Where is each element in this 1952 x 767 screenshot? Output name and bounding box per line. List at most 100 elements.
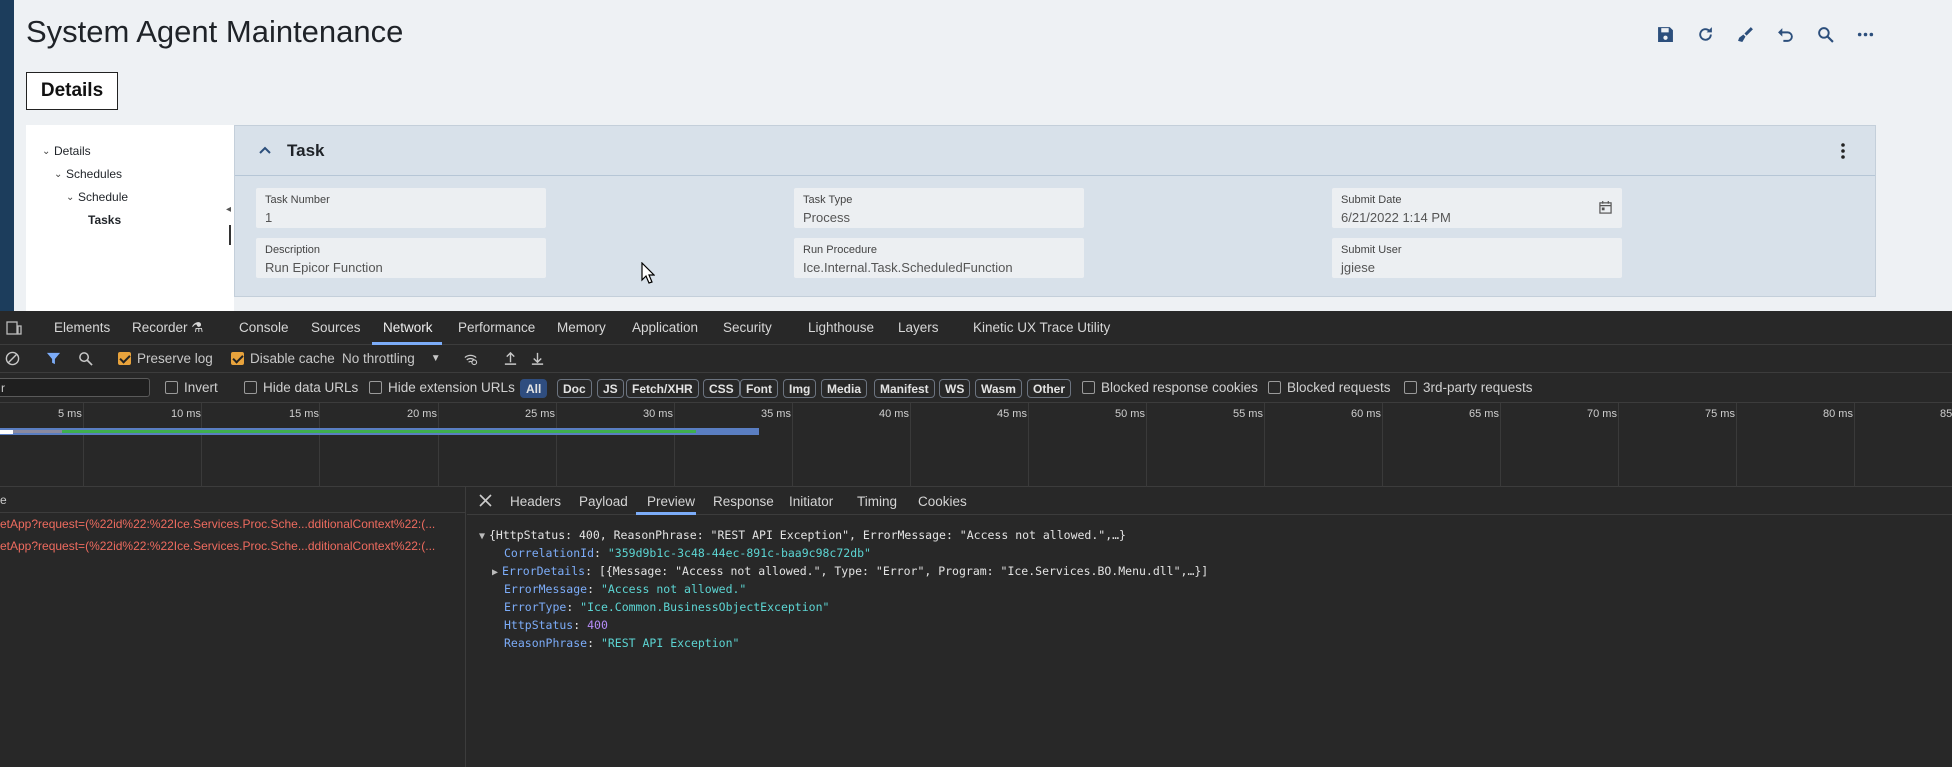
tab-payload[interactable]: Payload	[579, 494, 628, 509]
json-property[interactable]: ErrorMessage: "Access not allowed."	[504, 582, 746, 596]
expanded-triangle-icon[interactable]: ▼	[479, 531, 489, 542]
tree-item-schedule[interactable]: ⌄ Schedule	[66, 190, 128, 204]
tab-recorder[interactable]: Recorder ⚗	[132, 320, 203, 336]
tab-layers[interactable]: Layers	[898, 320, 939, 335]
requests-list: e etApp?request=(%22id%22:%22Ice.Service…	[0, 487, 466, 767]
search-icon[interactable]	[78, 351, 93, 366]
network-timeline-overview[interactable]: 5 ms 10 ms 15 ms 20 ms 25 ms 30 ms 35 ms…	[0, 403, 1952, 487]
export-har-icon[interactable]	[530, 351, 545, 366]
tab-preview[interactable]: Preview	[647, 494, 695, 509]
timeline-tick-label: 50 ms	[1115, 408, 1145, 420]
submit-user-field[interactable]: Submit User jgiese	[1332, 238, 1622, 278]
requests-header[interactable]: e	[0, 487, 466, 513]
tab-cookies[interactable]: Cookies	[918, 494, 967, 509]
timeline-gridline	[1854, 403, 1855, 487]
preserve-log-checkbox[interactable]: Preserve log	[118, 351, 213, 366]
devtools-panel: Elements Recorder ⚗ Console Sources Netw…	[0, 311, 1952, 767]
tab-application[interactable]: Application	[632, 320, 698, 335]
tab-headers[interactable]: Headers	[510, 494, 561, 509]
hide-data-urls-checkbox[interactable]: Hide data URLs	[244, 380, 358, 395]
tab-console[interactable]: Console	[239, 320, 289, 335]
third-party-requests-checkbox[interactable]: 3rd-party requests	[1404, 380, 1533, 395]
filter-type-doc[interactable]: Doc	[557, 379, 592, 398]
close-icon[interactable]	[479, 494, 492, 507]
timeline-tick-label: 45 ms	[997, 408, 1027, 420]
refresh-button[interactable]	[1685, 20, 1725, 48]
request-row[interactable]: etApp?request=(%22id%22:%22Ice.Services.…	[0, 513, 466, 535]
import-har-icon[interactable]	[503, 351, 518, 366]
checkbox-checked[interactable]	[231, 352, 244, 365]
blocked-requests-checkbox[interactable]: Blocked requests	[1268, 380, 1391, 395]
chevron-up-icon[interactable]	[257, 142, 273, 158]
tab-response[interactable]: Response	[713, 494, 774, 509]
clear-button[interactable]	[1725, 20, 1765, 48]
tab-initiator[interactable]: Initiator	[789, 494, 833, 509]
filter-type-fetch-xhr[interactable]: Fetch/XHR	[626, 379, 699, 398]
filter-type-manifest[interactable]: Manifest	[874, 379, 935, 398]
kebab-menu-icon[interactable]	[1835, 142, 1851, 160]
description-field[interactable]: Description Run Epicor Function	[256, 238, 546, 278]
throttling-select[interactable]: No throttling ▼	[342, 351, 441, 366]
checkbox[interactable]	[244, 381, 257, 394]
checkbox[interactable]	[1404, 381, 1417, 394]
task-type-field[interactable]: Task Type Process	[794, 188, 1084, 228]
collapsed-triangle-icon[interactable]: ▶	[492, 567, 502, 578]
filter-type-img[interactable]: Img	[783, 379, 817, 398]
network-conditions-icon[interactable]	[463, 351, 478, 366]
tab-security[interactable]: Security	[723, 320, 772, 335]
run-procedure-field[interactable]: Run Procedure Ice.Internal.Task.Schedule…	[794, 238, 1084, 278]
checkbox[interactable]	[1082, 381, 1095, 394]
json-property[interactable]: ▶ ErrorDetails: [{Message: "Access not al…	[492, 564, 1208, 578]
search-button[interactable]	[1805, 20, 1845, 48]
filter-type-js[interactable]: JS	[597, 379, 624, 398]
device-toolbar-icon[interactable]	[6, 321, 22, 335]
collapse-panel-icon[interactable]: ◂	[226, 204, 231, 215]
invert-checkbox[interactable]: Invert	[165, 380, 218, 395]
json-property[interactable]: CorrelationId: "359d9b1c-3c48-44ec-891c-…	[504, 546, 871, 560]
filter-input[interactable]	[0, 378, 150, 397]
blocked-response-cookies-checkbox[interactable]: Blocked response cookies	[1082, 380, 1258, 395]
task-number-field[interactable]: Task Number 1	[256, 188, 546, 228]
panel-splitter[interactable]	[229, 225, 231, 245]
disable-cache-checkbox[interactable]: Disable cache	[231, 351, 335, 366]
filter-type-css[interactable]: CSS	[703, 379, 740, 398]
tab-sources[interactable]: Sources	[311, 320, 361, 335]
calendar-icon[interactable]	[1599, 201, 1612, 214]
tree-item-schedules[interactable]: ⌄ Schedules	[54, 167, 122, 181]
filter-type-font[interactable]: Font	[740, 379, 778, 398]
tree-item-tasks[interactable]: Tasks	[88, 213, 121, 227]
tab-memory[interactable]: Memory	[557, 320, 606, 335]
checkbox-checked[interactable]	[118, 352, 131, 365]
json-property[interactable]: HttpStatus: 400	[504, 618, 608, 632]
filter-type-all[interactable]: All	[520, 379, 548, 398]
filter-type-wasm[interactable]: Wasm	[975, 379, 1022, 398]
task-header[interactable]: Task	[235, 126, 1875, 176]
filter-type-ws[interactable]: WS	[939, 379, 971, 398]
submit-date-field[interactable]: Submit Date 6/21/2022 1:14 PM	[1332, 188, 1622, 228]
json-root[interactable]: ▼ {HttpStatus: 400, ReasonPhrase: "REST A…	[479, 528, 1126, 542]
filter-type-media[interactable]: Media	[821, 379, 868, 398]
hide-extension-urls-checkbox[interactable]: Hide extension URLs	[369, 380, 515, 395]
undo-button[interactable]	[1765, 20, 1805, 48]
tree-item-details[interactable]: ⌄ Details	[42, 144, 91, 158]
tab-performance[interactable]: Performance	[458, 320, 535, 335]
filter-type-other[interactable]: Other	[1027, 379, 1072, 398]
checkbox[interactable]	[1268, 381, 1281, 394]
json-property[interactable]: ErrorType: "Ice.Common.BusinessObjectExc…	[504, 600, 829, 614]
checkbox[interactable]	[165, 381, 178, 394]
details-tab[interactable]: Details	[26, 72, 118, 110]
tab-network[interactable]: Network	[383, 320, 433, 335]
field-value: Run Epicor Function	[265, 260, 383, 275]
tab-timing[interactable]: Timing	[857, 494, 897, 509]
request-row[interactable]: etApp?request=(%22id%22:%22Ice.Services.…	[0, 535, 466, 557]
filter-icon[interactable]	[46, 351, 61, 366]
more-button[interactable]	[1845, 20, 1885, 48]
clear-log-icon[interactable]	[5, 351, 20, 366]
save-button[interactable]	[1645, 20, 1685, 48]
tab-kinetic-ux-trace-utility[interactable]: Kinetic UX Trace Utility	[973, 320, 1110, 335]
json-property[interactable]: ReasonPhrase: "REST API Exception"	[504, 636, 739, 650]
json-key: ReasonPhrase	[504, 636, 588, 650]
checkbox[interactable]	[369, 381, 382, 394]
tab-lighthouse[interactable]: Lighthouse	[808, 320, 874, 335]
tab-elements[interactable]: Elements	[54, 320, 110, 335]
